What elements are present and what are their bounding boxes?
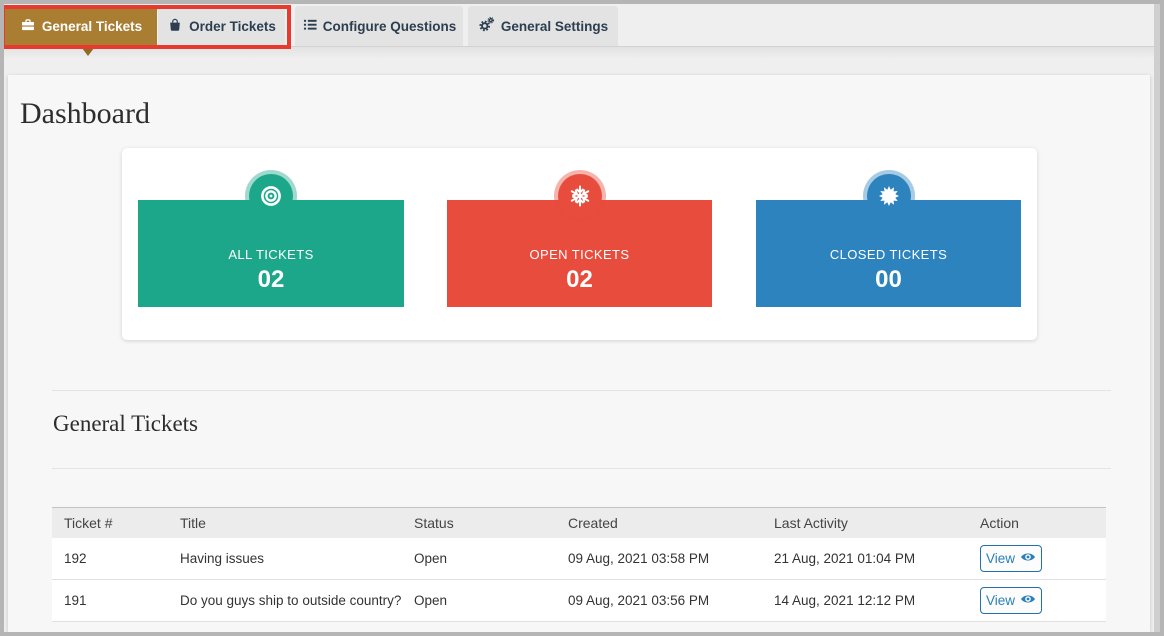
table-row: 192 Having issues Open 09 Aug, 2021 03:5…: [52, 538, 1106, 580]
stat-value: 02: [138, 266, 404, 294]
tab-label: Configure Questions: [323, 19, 457, 34]
tab-label: General Settings: [501, 19, 608, 34]
tab-label: General Tickets: [42, 19, 142, 34]
stat-value: 02: [447, 266, 712, 294]
section-title: General Tickets: [53, 411, 198, 437]
eye-icon: [1020, 593, 1036, 608]
column-header-title: Title: [168, 508, 402, 538]
cell-title: Having issues: [168, 538, 402, 580]
table-header-row: Ticket # Title Status Created Last Activ…: [52, 508, 1106, 538]
tab-general-tickets[interactable]: General Tickets: [5, 6, 157, 47]
stats-card-panel: ALL TICKETS 02 OPEN TICKETS 02: [122, 148, 1037, 340]
stat-card-open-tickets: OPEN TICKETS 02: [447, 200, 712, 307]
column-header-action: Action: [968, 508, 1106, 538]
column-header-last-activity: Last Activity: [762, 508, 968, 538]
tab-general-settings[interactable]: General Settings: [468, 6, 618, 46]
tabbar-shadow: [4, 47, 1154, 59]
badge-icon: [867, 174, 911, 218]
stat-label: ALL TICKETS: [138, 247, 404, 262]
page-title: Dashboard: [20, 97, 150, 131]
view-button-label: View: [986, 551, 1015, 566]
tab-configure-questions[interactable]: Configure Questions: [295, 6, 463, 46]
briefcase-icon: [20, 17, 36, 36]
tab-order-tickets[interactable]: Order Tickets: [158, 6, 285, 46]
section-divider-top: [52, 390, 1111, 391]
cogs-icon: [478, 16, 495, 36]
cell-last-activity: 14 Aug, 2021 12:12 PM: [762, 580, 968, 622]
cell-action: View: [968, 580, 1106, 622]
tabbar-divider: [4, 46, 1154, 47]
column-header-created: Created: [556, 508, 762, 538]
target-icon: [249, 174, 293, 218]
view-button[interactable]: View: [980, 587, 1042, 614]
cell-ticket-number: 191: [52, 580, 168, 622]
stat-card-all-tickets: ALL TICKETS 02: [138, 200, 404, 307]
tab-label: Order Tickets: [189, 19, 276, 34]
section-divider-bottom: [52, 468, 1111, 469]
view-button[interactable]: View: [980, 545, 1042, 572]
column-header-ticket: Ticket #: [52, 508, 168, 538]
cell-status: Open: [402, 538, 556, 580]
stat-card-closed-tickets: CLOSED TICKETS 00: [756, 200, 1021, 307]
stat-label: CLOSED TICKETS: [756, 247, 1021, 262]
cell-created: 09 Aug, 2021 03:58 PM: [556, 538, 762, 580]
tickets-table: Ticket # Title Status Created Last Activ…: [52, 507, 1106, 622]
active-tab-caret-icon: [82, 48, 94, 56]
table-row: 191 Do you guys ship to outside country?…: [52, 580, 1106, 622]
cell-last-activity: 21 Aug, 2021 01:04 PM: [762, 538, 968, 580]
cell-ticket-number: 192: [52, 538, 168, 580]
cell-status: Open: [402, 580, 556, 622]
cell-created: 09 Aug, 2021 03:56 PM: [556, 580, 762, 622]
shopping-bag-icon: [167, 17, 183, 36]
main-panel: Dashboard ALL TICKETS 02: [8, 75, 1150, 632]
eye-icon: [1020, 551, 1036, 566]
list-icon: [302, 17, 317, 35]
column-header-status: Status: [402, 508, 556, 538]
snowflake-icon: [558, 174, 602, 218]
scrollbar[interactable]: [1154, 4, 1160, 632]
stat-label: OPEN TICKETS: [447, 247, 712, 262]
cell-title: Do you guys ship to outside country?: [168, 580, 402, 622]
cell-action: View: [968, 538, 1106, 580]
view-button-label: View: [986, 593, 1015, 608]
stat-value: 00: [756, 266, 1021, 294]
